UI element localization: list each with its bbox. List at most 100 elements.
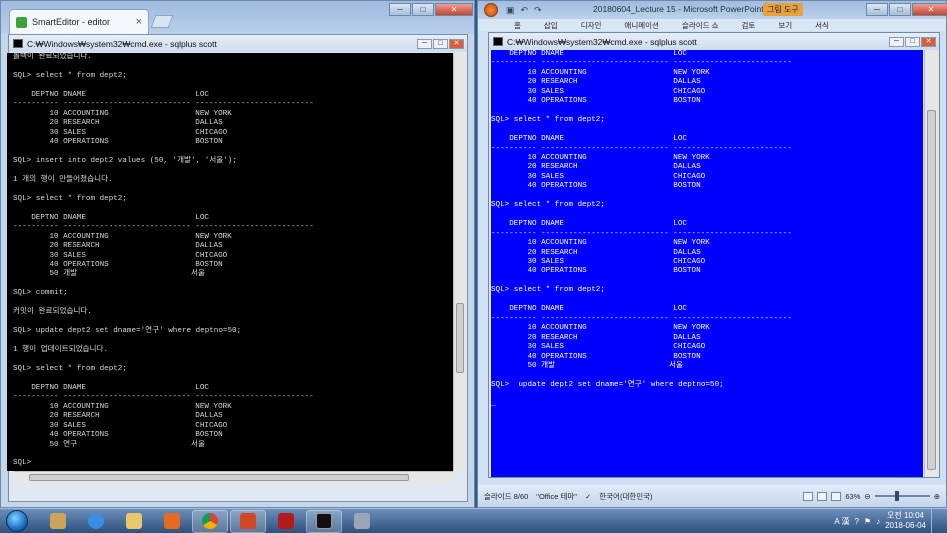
ppt-close-button[interactable]: ✕ (912, 3, 947, 16)
right-console-output[interactable]: DEPTNO DNAME LOC ---------- -------------… (491, 50, 923, 477)
undo-icon[interactable]: ↶ (521, 5, 529, 16)
cmd-icon (493, 37, 503, 46)
right-cmd-maximize-button[interactable]: □ (905, 36, 920, 47)
tab-close-icon[interactable]: × (136, 16, 142, 28)
right-cmd-titlebar[interactable]: C:₩Windows₩system32₩cmd.exe - sqlplus sc… (489, 33, 939, 50)
ribbon-tab[interactable]: 보기 (778, 20, 792, 31)
ribbon-tab[interactable]: 디자인 (581, 20, 602, 31)
right-console-line: 20 RESEARCH DALLAS (491, 248, 701, 257)
ppt-status-bar: 슬라이드 8/60 "Office 테마" ✓ 한국어(대한민국) 63% ⊖ … (478, 485, 946, 507)
clock[interactable]: 오전 10:04 2018-06-04 (885, 511, 926, 531)
ppt-window-controls: ─ □ ✕ (866, 3, 947, 16)
left-console-line (13, 356, 453, 365)
zoom-slider[interactable] (874, 491, 930, 501)
save-icon[interactable]: ▣ (506, 5, 515, 16)
right-console-vscroll[interactable] (924, 50, 938, 477)
taskbar-chrome[interactable] (192, 509, 228, 533)
ribbon-tab[interactable]: 슬라이드 쇼 (682, 20, 719, 31)
language-indicator[interactable]: 한국어(대한민국) (599, 491, 652, 502)
tab-smarteditor[interactable]: SmartEditor - editor × (9, 9, 149, 34)
chrome-window-controls: ─ □ ✕ (389, 3, 473, 16)
taskbar-pdf[interactable] (268, 510, 304, 533)
left-console-line: SQL> insert into dept2 values (50, '개발',… (13, 156, 237, 165)
left-console-line: 30 SALES CHICAGO (13, 128, 228, 137)
taskbar-explorer[interactable] (40, 510, 76, 533)
ribbon-tab[interactable]: 서식 (815, 20, 829, 31)
show-desktop-button[interactable] (931, 508, 941, 533)
maximize-button[interactable]: □ (412, 3, 434, 16)
ribbon-tab[interactable]: 검토 (742, 20, 756, 31)
zoom-in-icon[interactable]: ⊕ (934, 492, 940, 501)
left-console-line: ---------- ---------------------------- … (13, 393, 314, 402)
quick-access-toolbar: ▣ ↶ ↷ (506, 5, 542, 16)
ppt-minimize-button[interactable]: ─ (866, 3, 888, 16)
start-button[interactable] (6, 510, 28, 532)
left-console-line: SQL> select * from dept2; (13, 71, 127, 80)
left-cmd-maximize-button[interactable]: □ (433, 38, 448, 49)
right-console-line: SQL> select * from dept2; (491, 286, 605, 295)
right-console-line: 20 RESEARCH DALLAS (491, 163, 701, 172)
minimize-button[interactable]: ─ (389, 3, 411, 16)
spellcheck-icon[interactable]: ✓ (585, 492, 591, 501)
chrome-window: SmartEditor - editor × ─ □ ✕ C:₩Windows₩… (0, 0, 475, 508)
taskbar-powerpoint[interactable] (230, 509, 266, 533)
left-console-hscroll[interactable] (14, 471, 453, 483)
taskbar-network-tool[interactable] (344, 510, 380, 533)
clock-date: 2018-06-04 (885, 521, 926, 530)
left-cmd-minimize-button[interactable]: ─ (417, 38, 432, 49)
media-player-icon (164, 513, 180, 529)
flag-icon[interactable]: ⚑ (864, 517, 871, 526)
ime-indicator[interactable]: A 漢 (834, 516, 849, 527)
left-console-output[interactable]: 롤백이 완료되었습니다. SQL> select * from dept2; D… (7, 53, 453, 471)
powerpoint-titlebar[interactable]: ▣ ↶ ↷ 20180604_Lecture 15 - Microsoft Po… (478, 1, 947, 19)
volume-icon[interactable]: ♪ (876, 517, 880, 526)
left-vscroll-thumb[interactable] (456, 303, 464, 373)
close-button[interactable]: ✕ (435, 3, 473, 16)
office-button-icon[interactable] (484, 3, 498, 17)
taskbar-folder[interactable] (116, 510, 152, 533)
ppt-maximize-button[interactable]: □ (889, 3, 911, 16)
left-hscroll-thumb[interactable] (29, 474, 409, 481)
right-vscroll-thumb[interactable] (927, 110, 936, 470)
taskbar: A 漢 ? ⚑ ♪ 오전 10:04 2018-06-04 (0, 508, 947, 533)
right-console-line (491, 390, 923, 399)
right-console-line (491, 192, 923, 201)
left-console-line: SQL> update dept2 set dname='연구' where d… (13, 327, 242, 336)
right-console-line: DEPTNO DNAME LOC (491, 50, 687, 58)
right-console-line: 50 개발 서울 (491, 361, 683, 370)
right-console-line: SQL> select * from dept2; (491, 201, 605, 210)
ribbon-tab[interactable]: 홈 (514, 20, 521, 31)
taskbar-media[interactable] (154, 510, 190, 533)
left-console-line (13, 148, 453, 157)
cmd-icon (13, 39, 23, 48)
taskbar-cmd[interactable] (306, 509, 342, 533)
ribbon-tab[interactable]: 삽입 (544, 20, 558, 31)
right-cmd-window[interactable]: C:₩Windows₩system32₩cmd.exe - sqlplus sc… (488, 32, 940, 478)
new-tab-button[interactable] (150, 15, 174, 28)
right-console-line: 20 RESEARCH DALLAS (491, 78, 701, 87)
zoom-out-icon[interactable]: ⊖ (864, 492, 870, 501)
right-cmd-controls: ─ □ ✕ (889, 36, 939, 47)
ribbon-tab[interactable]: 애니메이션 (624, 20, 659, 31)
zoom-level[interactable]: 63% (845, 492, 860, 501)
left-console-line: 10 ACCOUNTING NEW YORK (13, 232, 232, 241)
taskbar-ie[interactable] (78, 510, 114, 533)
right-console-line: 40 OPERATIONS BOSTON (491, 97, 701, 106)
chrome-icon (202, 513, 218, 529)
left-cmd-titlebar[interactable]: C:₩Windows₩system32₩cmd.exe - sqlplus sc… (9, 35, 467, 52)
right-console-line: 30 SALES CHICAGO (491, 343, 706, 352)
slideshow-view-button[interactable] (831, 491, 842, 501)
right-console-line: 10 ACCOUNTING NEW YORK (491, 68, 710, 77)
clock-time: 오전 10:04 (887, 511, 925, 520)
slide-sorter-view-button[interactable] (817, 491, 828, 501)
normal-view-button[interactable] (803, 491, 814, 501)
left-console-line: 40 OPERATIONS BOSTON (13, 138, 223, 147)
help-icon[interactable]: ? (854, 517, 858, 526)
right-cmd-close-button[interactable]: ✕ (921, 36, 936, 47)
left-console-vscroll[interactable] (453, 53, 466, 471)
right-console-line: 20 RESEARCH DALLAS (491, 333, 701, 342)
left-cmd-title: C:₩Windows₩system32₩cmd.exe - sqlplus sc… (27, 38, 217, 49)
redo-icon[interactable]: ↷ (534, 5, 542, 16)
left-cmd-close-button[interactable]: ✕ (449, 38, 464, 49)
right-cmd-minimize-button[interactable]: ─ (889, 36, 904, 47)
